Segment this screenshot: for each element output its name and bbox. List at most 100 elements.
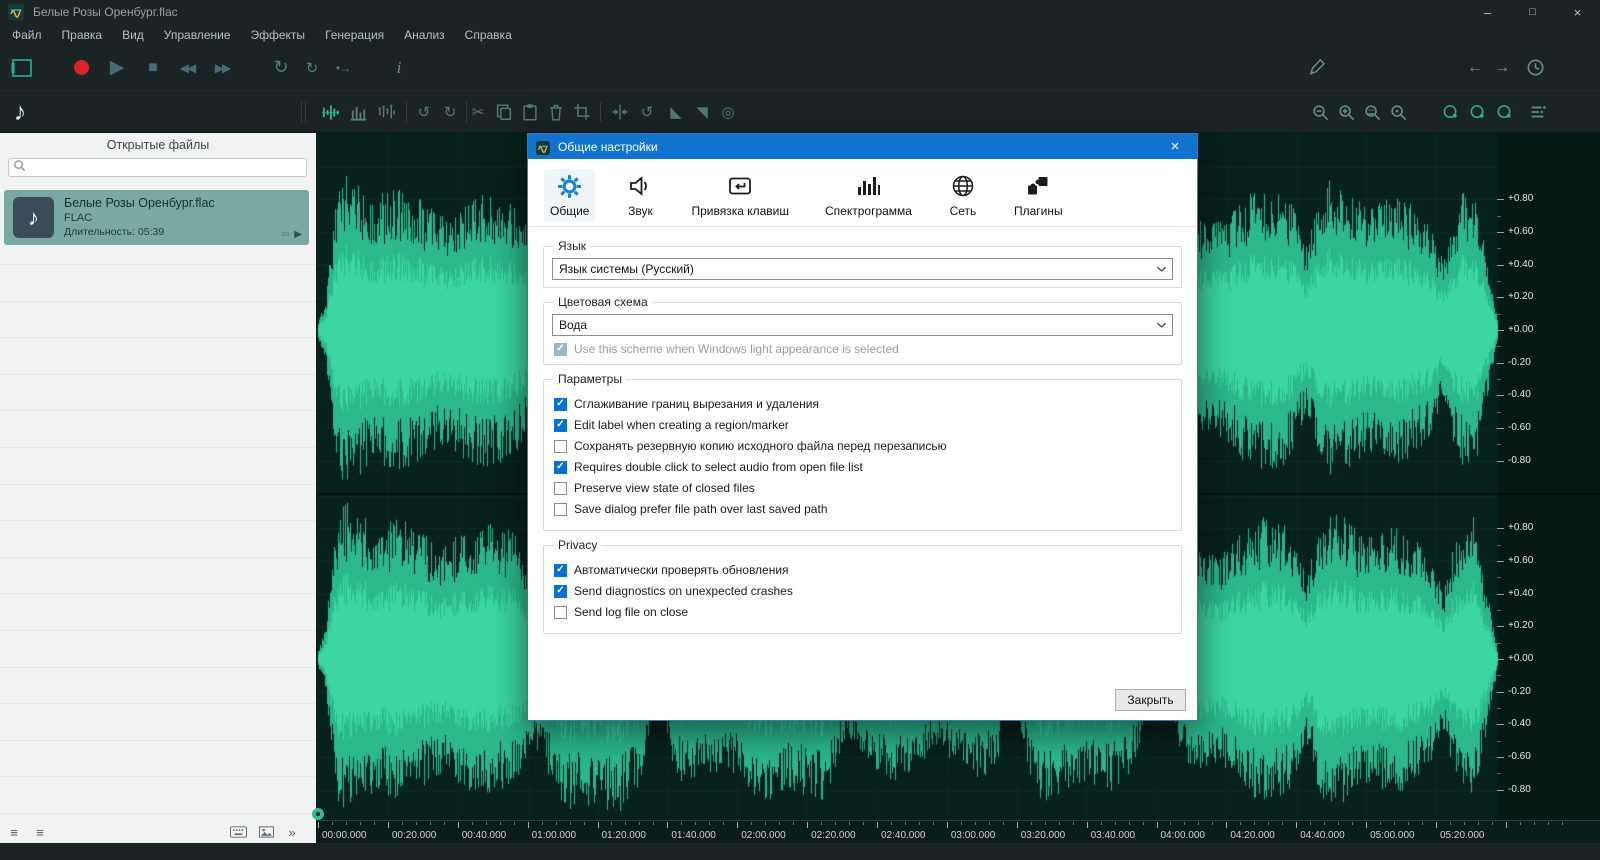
ruler-tick-minor xyxy=(1101,822,1102,825)
list-view-icon[interactable]: ≡ xyxy=(4,824,24,840)
menu-item-view[interactable]: Вид xyxy=(112,26,154,44)
list-row-separator xyxy=(0,301,316,302)
checkbox[interactable] xyxy=(554,606,567,619)
tab-general[interactable]: Общие xyxy=(544,169,595,221)
normalize-icon[interactable]: ◎ xyxy=(716,91,740,133)
checkbox[interactable] xyxy=(554,440,567,453)
zoom-in-icon[interactable] xyxy=(1334,91,1358,133)
ruler-tick xyxy=(318,822,319,828)
fade-in-icon[interactable]: ◣ xyxy=(664,91,688,133)
menu-item-file[interactable]: Файл xyxy=(2,26,52,44)
tab-sound[interactable]: Звук xyxy=(619,169,661,221)
forward-icon[interactable]: → xyxy=(1489,45,1515,90)
image-icon[interactable] xyxy=(256,824,276,840)
fast-forward-button[interactable]: ▶▶ xyxy=(209,45,235,90)
pen-icon[interactable] xyxy=(1303,45,1329,90)
fade-out-icon[interactable]: ◥ xyxy=(690,91,714,133)
menu-item-effects[interactable]: Эффекты xyxy=(241,26,316,44)
zoom-fit-icon[interactable] xyxy=(1360,91,1384,133)
history-icon[interactable] xyxy=(1522,45,1548,90)
menu-item-analyze[interactable]: Анализ xyxy=(394,26,455,44)
delete-icon[interactable] xyxy=(544,91,568,133)
checkbox[interactable]: ✓ xyxy=(554,585,567,598)
zoom-selection-icon[interactable] xyxy=(1386,91,1410,133)
maximize-icon[interactable]: □ xyxy=(1510,0,1555,24)
search-input[interactable] xyxy=(29,162,302,174)
checkbox[interactable]: ✓ xyxy=(554,564,567,577)
revert-icon[interactable]: ↺ xyxy=(635,91,659,133)
follow-playhead-icon[interactable]: •→ xyxy=(330,45,356,90)
open-files-panel: Открытые файлы ♪ Белые Розы Оренбург.fla… xyxy=(0,133,317,843)
minimize-icon[interactable]: – xyxy=(1465,0,1510,24)
marker-ring-icon[interactable] xyxy=(1438,91,1462,133)
play-badge-icon[interactable]: ▶ xyxy=(294,230,302,240)
view-position-marker[interactable] xyxy=(312,808,324,820)
loop-once-icon[interactable]: ↻ xyxy=(299,45,325,90)
files-panel-toggle[interactable]: ♪ xyxy=(8,91,32,133)
tab-network[interactable]: Сеть xyxy=(942,169,984,221)
tab-spectrogram[interactable]: Спектрограмма xyxy=(819,169,918,221)
rewind-button[interactable]: ◀◀ xyxy=(174,45,200,90)
ruler-tick-minor xyxy=(723,822,724,825)
dialog-close-icon[interactable]: × xyxy=(1161,138,1189,155)
language-group: Язык Язык системы (Русский) xyxy=(543,239,1182,288)
language-select-value: Язык системы (Русский) xyxy=(559,262,694,276)
paste-icon[interactable] xyxy=(518,91,542,133)
loop-icon[interactable]: ↻ xyxy=(268,45,294,90)
ruler-tick-minor xyxy=(430,822,431,825)
ruler-tick-minor xyxy=(835,822,836,825)
tab-key-bindings[interactable]: Привязка клавиш xyxy=(685,169,795,221)
color-scheme-select[interactable]: Вода xyxy=(552,314,1173,336)
checkbox[interactable]: ✓ xyxy=(554,419,567,432)
checkbox[interactable]: ✓ xyxy=(554,343,567,356)
language-group-label: Язык xyxy=(554,239,590,253)
cut-icon[interactable]: ✂ xyxy=(466,91,490,133)
ruler-tick-minor xyxy=(1310,822,1311,825)
trim-icon[interactable] xyxy=(608,91,632,133)
time-ruler[interactable]: 00:00.00000:20.00000:40.00001:00.00001:2… xyxy=(317,820,1600,843)
loop-ring-icon[interactable] xyxy=(1492,91,1516,133)
menu-item-control[interactable]: Управление xyxy=(154,26,241,44)
copy-icon[interactable] xyxy=(492,91,516,133)
selection-tool-icon[interactable] xyxy=(9,45,35,90)
checkbox[interactable]: ✓ xyxy=(554,398,567,411)
collapse-icon[interactable]: » xyxy=(282,824,302,840)
undo-icon[interactable]: ↺ xyxy=(412,91,436,133)
menu-item-generate[interactable]: Генерация xyxy=(315,26,394,44)
play-button[interactable]: ▶ xyxy=(104,45,130,90)
ruler-tick-minor xyxy=(793,822,794,825)
close-settings-button[interactable]: Закрыть xyxy=(1115,689,1186,711)
bars-view-icon[interactable] xyxy=(346,91,370,133)
file-list-item[interactable]: ♪ Белые Розы Оренбург.flac FLAC Длительн… xyxy=(4,190,309,245)
menu-item-edit[interactable]: Правка xyxy=(52,26,113,44)
info-icon[interactable]: i xyxy=(386,45,412,90)
ruler-time-label: 01:40.000 xyxy=(671,830,716,841)
stop-button[interactable]: ■ xyxy=(140,45,166,90)
menu-item-help[interactable]: Справка xyxy=(455,26,522,44)
language-select[interactable]: Язык системы (Русский) xyxy=(552,258,1173,280)
levels-list-icon[interactable] xyxy=(1526,91,1550,133)
ruler-tick-minor xyxy=(1059,822,1060,825)
back-icon[interactable]: ← xyxy=(1462,45,1488,90)
statusbar xyxy=(0,843,1600,860)
ruler-tick-minor xyxy=(1520,822,1521,825)
checkbox[interactable]: ✓ xyxy=(554,461,567,474)
close-icon[interactable]: × xyxy=(1555,0,1600,24)
ruler-tick-minor xyxy=(849,822,850,825)
waveform-view-icon[interactable] xyxy=(318,91,342,133)
checkbox[interactable] xyxy=(554,503,567,516)
detail-view-icon[interactable]: ≡ xyxy=(30,824,50,840)
tab-plugins[interactable]: Плагины xyxy=(1008,169,1069,221)
keyboard-icon[interactable] xyxy=(228,824,248,840)
ruler-tick-minor xyxy=(1394,822,1395,825)
checkbox[interactable] xyxy=(554,482,567,495)
ruler-time-label: 04:40.000 xyxy=(1300,830,1345,841)
crop-icon[interactable] xyxy=(570,91,594,133)
wave-dots-icon[interactable] xyxy=(374,91,398,133)
redo-icon[interactable]: ↻ xyxy=(438,91,462,133)
ruler-tick xyxy=(458,822,459,828)
zoom-out-icon[interactable] xyxy=(1308,91,1332,133)
record-button[interactable] xyxy=(68,45,94,90)
region-ring-icon[interactable] xyxy=(1465,91,1489,133)
file-duration: Длительность: 05:39 xyxy=(64,226,164,238)
